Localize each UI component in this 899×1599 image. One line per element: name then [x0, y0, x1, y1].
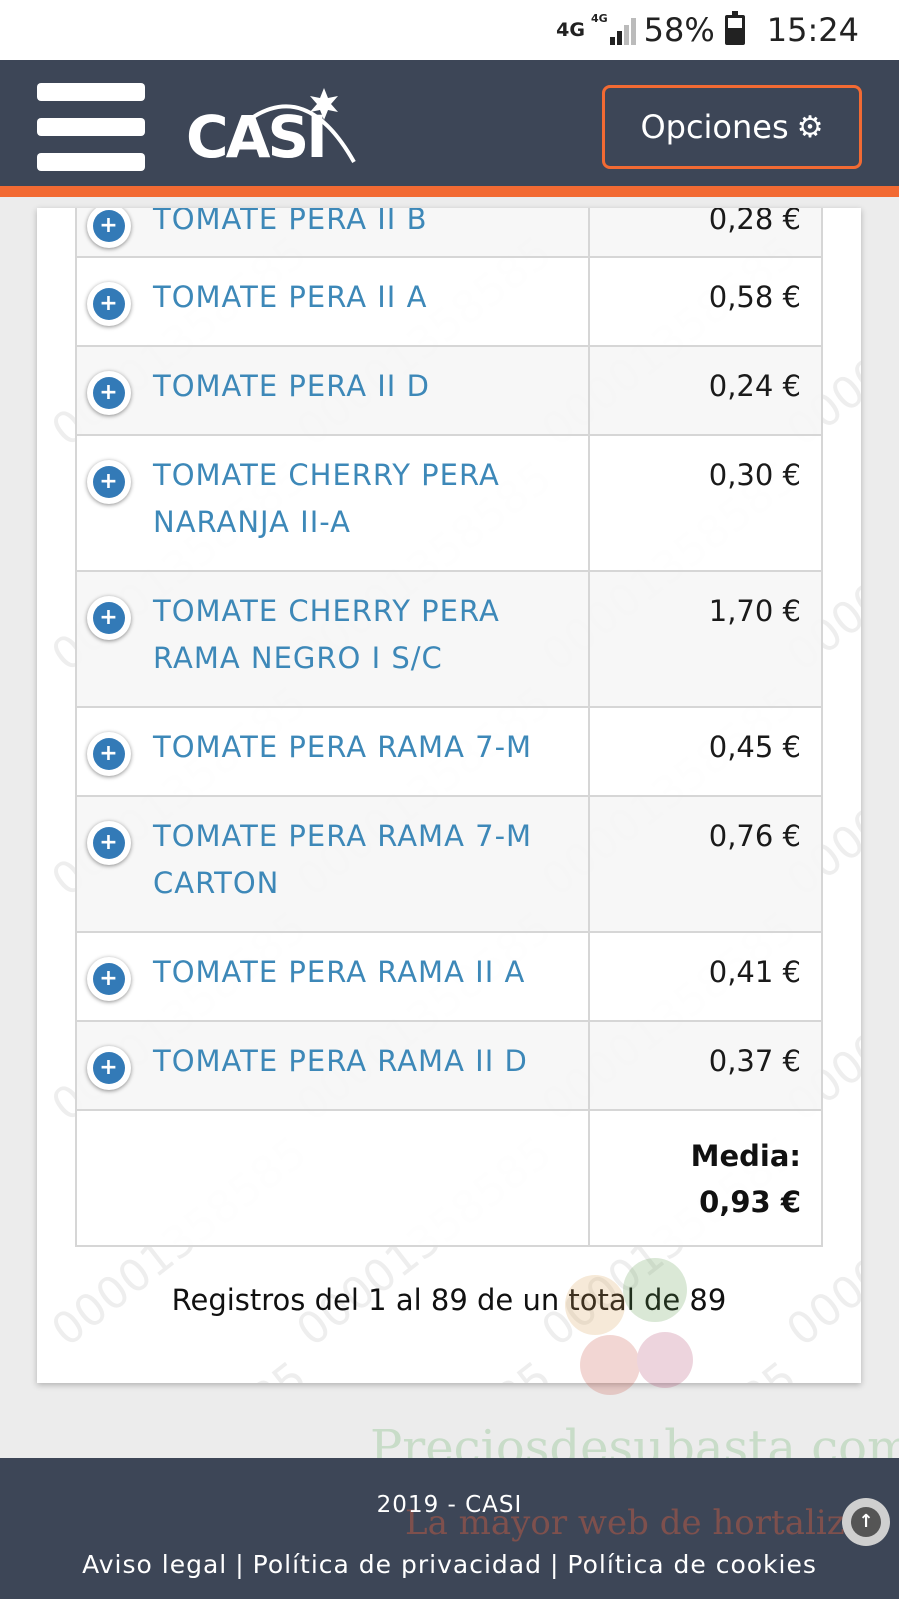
watermark-code: 00001358585 — [287, 1352, 561, 1383]
table-row: + TOMATE PERA RAMA 7-M CARTON 0,76 € — [74, 795, 823, 933]
signal-icon — [609, 15, 636, 45]
status-bar: 4G 4G 58% 15:24 — [0, 0, 899, 60]
privacy-policy-link[interactable]: Política de privacidad — [253, 1550, 542, 1579]
product-cell: + TOMATE PERA RAMA 7-M CARTON — [74, 795, 591, 933]
options-label: Opciones — [640, 108, 789, 146]
product-cell: + TOMATE PERA II D — [74, 345, 591, 436]
table-row: + TOMATE PERA RAMA 7-M 0,45 € — [74, 706, 823, 797]
hamburger-icon[interactable] — [37, 83, 145, 171]
app-header: CASI Opciones ⚙ — [0, 60, 899, 197]
summary-row: Media: 0,93 € — [74, 1109, 823, 1247]
plus-circle-icon[interactable]: + — [87, 282, 131, 326]
table-row: + TOMATE PERA II B 0,28 € — [74, 208, 823, 258]
price-cell: 0,28 € — [588, 208, 823, 258]
plus-circle-icon[interactable]: + — [87, 1046, 131, 1090]
product-cell: + TOMATE PERA RAMA II D — [74, 1020, 591, 1111]
prices-table: + TOMATE PERA II B 0,28 € + TOMATE PERA II A… — [74, 208, 823, 1247]
plus-circle-icon[interactable]: + — [87, 371, 131, 415]
watermark-code: 00001358585 — [532, 1352, 806, 1383]
product-name[interactable]: TOMATE PERA II B — [153, 208, 427, 236]
table-row: + TOMATE PERA II D 0,24 € — [74, 345, 823, 436]
network-indicator: 4G — [556, 18, 585, 41]
price-cell: 0,76 € — [588, 795, 823, 933]
product-cell: + TOMATE PERA RAMA II A — [74, 931, 591, 1022]
cookie-policy-link[interactable]: Política de cookies — [567, 1550, 817, 1579]
table-row: + TOMATE CHERRY PERA RAMA NEGRO I S/C 1,70… — [74, 570, 823, 708]
summary-empty-cell — [74, 1109, 591, 1247]
product-name[interactable]: TOMATE PERA RAMA 7-M — [153, 730, 532, 764]
options-button[interactable]: Opciones ⚙ — [602, 85, 862, 169]
price-cell: 0,37 € — [588, 1020, 823, 1111]
watermark-code: 00001358585 — [777, 1352, 861, 1383]
clock: 15:24 — [766, 11, 859, 49]
price-cell: 0,30 € — [588, 434, 823, 572]
product-name[interactable]: TOMATE CHERRY PERA NARANJA II-A — [153, 458, 500, 539]
footer-links: Aviso legal | Política de privacidad | Polít… — [82, 1550, 817, 1579]
plus-circle-icon[interactable]: + — [87, 821, 131, 865]
plus-circle-icon[interactable]: + — [87, 732, 131, 776]
price-cell: 0,58 € — [588, 256, 823, 347]
table-row: + TOMATE CHERRY PERA NARANJA II-A 0,30 € — [74, 434, 823, 572]
product-name[interactable]: TOMATE PERA RAMA 7-M CARTON — [153, 819, 532, 900]
product-cell: + TOMATE CHERRY PERA RAMA NEGRO I S/C — [74, 570, 591, 708]
product-cell: + TOMATE PERA II A — [74, 256, 591, 347]
price-cell: 0,45 € — [588, 706, 823, 797]
battery-percentage: 58% — [643, 11, 715, 49]
prices-card: 0000135858500001358585000013585850000135… — [37, 208, 861, 1383]
product-cell: + TOMATE CHERRY PERA NARANJA II-A — [74, 434, 591, 572]
price-cell: 1,70 € — [588, 570, 823, 708]
scroll-top-button[interactable]: ↑ — [842, 1498, 890, 1546]
product-name[interactable]: TOMATE PERA II A — [153, 280, 427, 314]
legal-notice-link[interactable]: Aviso legal — [82, 1550, 227, 1579]
gears-icon: ⚙ — [796, 109, 824, 145]
table-row: + TOMATE PERA II A 0,58 € — [74, 256, 823, 347]
product-cell: + TOMATE PERA II B — [74, 208, 591, 258]
watermark-code: 00001358585 — [42, 1352, 316, 1383]
arrow-up-circle-icon: ↑ — [851, 1507, 881, 1537]
product-name[interactable]: TOMATE PERA II D — [153, 369, 430, 403]
product-name[interactable]: TOMATE CHERRY PERA RAMA NEGRO I S/C — [153, 594, 500, 675]
product-cell: + TOMATE PERA RAMA 7-M — [74, 706, 591, 797]
footer: La mayor web de hortalizas 2019 - CASI A… — [0, 1458, 899, 1599]
records-info: Registros del 1 al 89 de un total de 89 — [171, 1283, 727, 1317]
table-row: + TOMATE PERA RAMA II D 0,37 € — [74, 1020, 823, 1111]
product-name[interactable]: TOMATE PERA RAMA II A — [153, 955, 525, 989]
plus-circle-icon[interactable]: + — [87, 957, 131, 1001]
plus-circle-icon[interactable]: + — [87, 460, 131, 504]
product-name[interactable]: TOMATE PERA RAMA II D — [153, 1044, 528, 1078]
network-indicator-secondary: 4G — [590, 11, 608, 25]
battery-icon — [724, 11, 745, 45]
table-row: + TOMATE PERA RAMA II A 0,41 € — [74, 931, 823, 1022]
copyright: 2019 - CASI — [376, 1492, 523, 1518]
price-cell: 0,41 € — [588, 931, 823, 1022]
plus-circle-icon[interactable]: + — [87, 596, 131, 640]
logo-text: CASI — [186, 103, 328, 171]
price-cell: 0,24 € — [588, 345, 823, 436]
average-price: Media: 0,93 € — [588, 1109, 823, 1247]
casi-logo[interactable]: CASI — [186, 82, 366, 172]
plus-circle-icon[interactable]: + — [87, 208, 131, 248]
